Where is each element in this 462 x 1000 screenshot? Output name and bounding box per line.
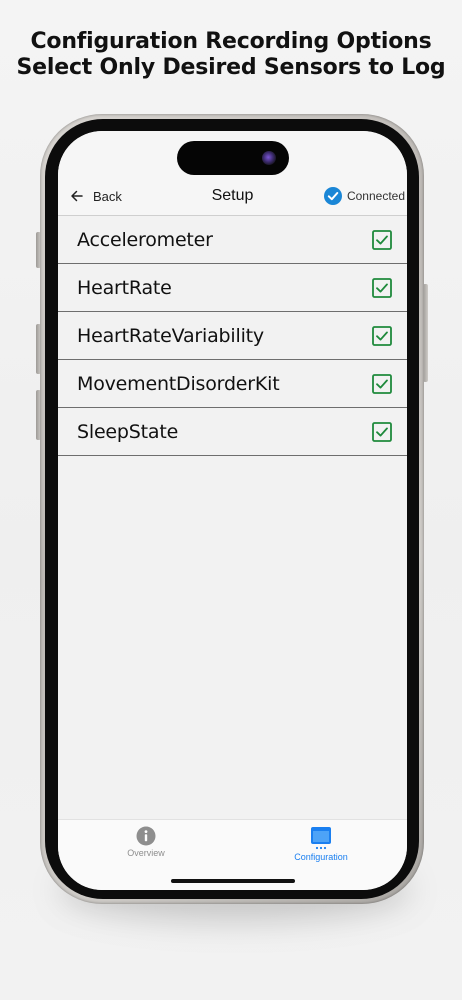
phone-screen: Back Setup Connected Accelerometer Heart… bbox=[58, 131, 407, 890]
info-icon bbox=[136, 826, 156, 846]
checkbox-checked-icon[interactable] bbox=[372, 325, 392, 346]
navigation-bar: Back Setup Connected bbox=[58, 179, 407, 216]
home-indicator[interactable] bbox=[171, 879, 295, 883]
sensor-row[interactable]: SleepState bbox=[58, 408, 407, 456]
dynamic-island bbox=[177, 141, 289, 175]
tab-configuration-label: Configuration bbox=[294, 852, 348, 862]
connection-status: Connected bbox=[323, 185, 405, 207]
configuration-icon bbox=[311, 827, 331, 850]
sensor-row[interactable]: Accelerometer bbox=[58, 216, 407, 264]
sensor-label: HeartRateVariability bbox=[77, 324, 264, 347]
promo-headline: Configuration Recording Options Select O… bbox=[0, 29, 462, 81]
checkbox-checked-icon[interactable] bbox=[372, 421, 392, 442]
sensor-label: Accelerometer bbox=[77, 228, 213, 251]
sensor-row[interactable]: HeartRate bbox=[58, 264, 407, 312]
tab-configuration[interactable]: Configuration bbox=[256, 826, 386, 862]
tab-overview[interactable]: Overview bbox=[81, 826, 211, 858]
sensor-list: Accelerometer HeartRate HeartRateVariabi… bbox=[58, 216, 407, 456]
check-circle-icon bbox=[323, 187, 342, 205]
checkbox-checked-icon[interactable] bbox=[372, 229, 392, 250]
sensor-label: MovementDisorderKit bbox=[77, 372, 280, 395]
headline-line-1: Configuration Recording Options bbox=[30, 29, 432, 54]
sensor-row[interactable]: HeartRateVariability bbox=[58, 312, 407, 360]
checkbox-checked-icon[interactable] bbox=[372, 373, 392, 394]
checkbox-checked-icon[interactable] bbox=[372, 277, 392, 298]
sensor-label: HeartRate bbox=[77, 276, 172, 299]
camera-lens bbox=[262, 151, 276, 165]
sensor-row[interactable]: MovementDisorderKit bbox=[58, 360, 407, 408]
headline-line-2: Select Only Desired Sensors to Log bbox=[16, 55, 446, 80]
connection-status-label: Connected bbox=[346, 189, 405, 203]
tab-bar: Overview Configuration bbox=[58, 819, 407, 890]
sensor-label: SleepState bbox=[77, 420, 179, 443]
tab-overview-label: Overview bbox=[127, 848, 165, 858]
